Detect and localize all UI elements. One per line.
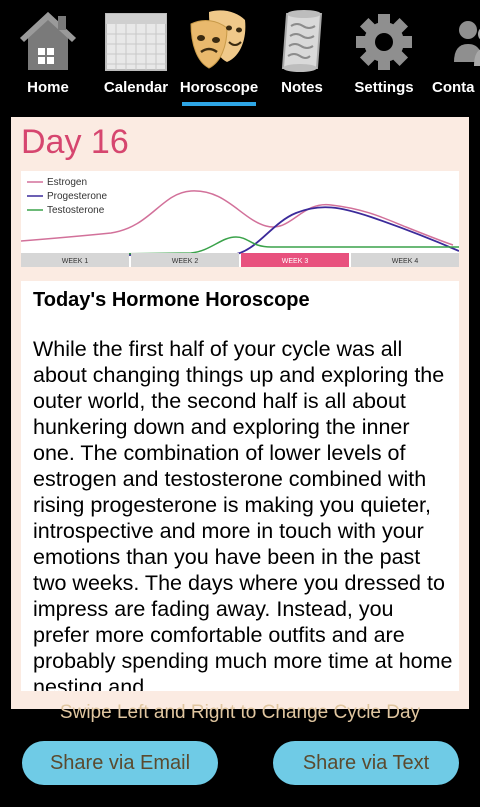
share-text-button[interactable]: Share via Text bbox=[273, 741, 459, 785]
tab-settings[interactable]: Settings bbox=[342, 0, 426, 108]
tab-label: Settings bbox=[354, 79, 414, 96]
chart-legend: Estrogen Progesterone Testosterone bbox=[27, 177, 107, 216]
tab-label: Conta bbox=[432, 79, 475, 96]
tab-label: Horoscope bbox=[179, 79, 259, 96]
tab-horoscope[interactable]: Horoscope bbox=[176, 0, 262, 108]
tab-label: Home bbox=[27, 79, 69, 96]
week-bar: WEEK 1 WEEK 2 WEEK 3 WEEK 4 bbox=[21, 253, 459, 267]
tab-label: Notes bbox=[281, 79, 323, 96]
day-title: Day 16 bbox=[21, 123, 129, 161]
app-root: Home Calendar Horoscope Notes Settings C… bbox=[0, 0, 480, 807]
tab-calendar[interactable]: Calendar bbox=[96, 0, 176, 108]
swipe-hint: Swipe Left and Right to Change Cycle Day bbox=[59, 702, 421, 723]
week-label: WEEK 4 bbox=[392, 258, 419, 265]
horoscope-card: Today's Hormone Horoscope While the firs… bbox=[21, 281, 459, 691]
week-label: WEEK 1 bbox=[62, 258, 89, 265]
contacts-icon bbox=[454, 21, 480, 66]
tab-home[interactable]: Home bbox=[0, 0, 96, 108]
tab-contacts[interactable]: Conta bbox=[426, 0, 480, 108]
week-label: WEEK 2 bbox=[172, 258, 199, 265]
legend-estrogen: Estrogen bbox=[47, 177, 87, 188]
theater-masks-icon bbox=[190, 10, 246, 69]
content-panel: Day 16 Estrogen Progesterone Testosteron… bbox=[11, 117, 469, 709]
horoscope-title: Today's Hormone Horoscope bbox=[33, 289, 310, 311]
share-email-button[interactable]: Share via Email bbox=[22, 741, 218, 785]
legend-testosterone: Testosterone bbox=[47, 205, 105, 216]
horoscope-body: While the first half of your cycle was a… bbox=[33, 337, 453, 691]
tab-notes[interactable]: Notes bbox=[262, 0, 342, 108]
gear-icon bbox=[356, 14, 412, 70]
scroll-icon bbox=[281, 10, 323, 72]
week-label-active: WEEK 3 bbox=[282, 258, 309, 265]
legend-progesterone: Progesterone bbox=[47, 191, 107, 202]
calendar-icon bbox=[105, 13, 167, 71]
home-icon bbox=[20, 12, 76, 70]
tab-label: Calendar bbox=[103, 79, 169, 96]
tab-bar: Home Calendar Horoscope Notes Settings C… bbox=[0, 0, 480, 108]
